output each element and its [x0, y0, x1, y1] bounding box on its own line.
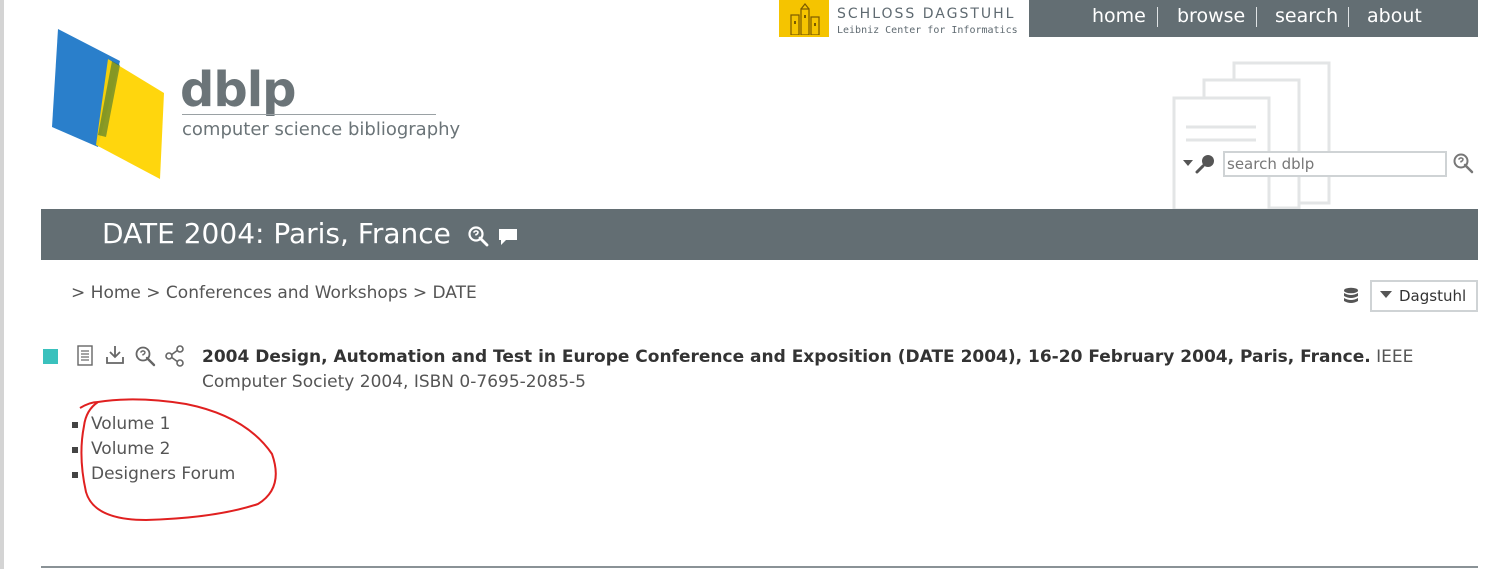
- breadcrumb: > Home > Conferences and Workshops > DAT…: [71, 283, 477, 303]
- red-annotation-circle: [76, 396, 286, 530]
- download-icon[interactable]: [105, 345, 125, 369]
- entry-type-marker: [43, 349, 58, 364]
- dagstuhl-branding[interactable]: SCHLOSS DAGSTUHL Leibniz Center for Info…: [779, 0, 1019, 37]
- document-icon[interactable]: [76, 345, 94, 371]
- top-navigation: home browse search about: [1029, 0, 1478, 37]
- dblp-logo-icon[interactable]: [50, 27, 170, 186]
- share-icon[interactable]: [164, 345, 186, 371]
- dagstuhl-castle-icon: [779, 0, 829, 37]
- breadcrumb-home[interactable]: Home: [91, 283, 141, 303]
- nav-separator: [1256, 7, 1257, 27]
- breadcrumb-date[interactable]: DATE: [433, 283, 477, 303]
- nav-home[interactable]: home: [1092, 5, 1146, 27]
- page-title: DATE 2004: Paris, France: [102, 217, 451, 250]
- mirror-select[interactable]: Dagstuhl: [1370, 280, 1478, 312]
- database-icon: [1342, 287, 1360, 309]
- comment-icon[interactable]: [497, 227, 519, 251]
- breadcrumb-conferences[interactable]: Conferences and Workshops: [166, 283, 408, 303]
- publication-entry: 2004 Design, Automation and Test in Euro…: [202, 345, 1472, 395]
- window-left-edge: [0, 0, 4, 569]
- nav-separator: [1157, 7, 1158, 27]
- title-bar: DATE 2004: Paris, France: [41, 209, 1478, 260]
- nav-about[interactable]: about: [1367, 5, 1422, 27]
- dagstuhl-name: SCHLOSS DAGSTUHL: [837, 6, 1016, 22]
- breadcrumb-separator: >: [71, 283, 86, 303]
- search-help-icon[interactable]: [1452, 152, 1474, 178]
- nav-browse[interactable]: browse: [1177, 5, 1245, 27]
- entry-title[interactable]: 2004 Design, Automation and Test in Euro…: [202, 347, 1371, 367]
- search-input[interactable]: [1223, 151, 1447, 177]
- documents-decoration-icon: [1172, 60, 1332, 214]
- search-help-icon[interactable]: [134, 345, 156, 371]
- content-divider: [41, 566, 1478, 568]
- mirror-select-value: Dagstuhl: [1399, 287, 1467, 305]
- search-mode-dropdown[interactable]: [1182, 152, 1218, 174]
- dblp-tagline: computer science bibliography: [182, 119, 461, 140]
- dblp-logo-word: dblp: [180, 62, 297, 118]
- dagstuhl-subtitle: Leibniz Center for Informatics: [837, 25, 1018, 36]
- logo-divider: [182, 114, 436, 115]
- chevron-down-icon: [1380, 291, 1392, 298]
- nav-search[interactable]: search: [1275, 5, 1338, 27]
- breadcrumb-separator: >: [146, 283, 161, 303]
- nav-separator: [1348, 7, 1349, 27]
- breadcrumb-separator: >: [412, 283, 428, 303]
- title-search-help-icon[interactable]: [467, 225, 489, 251]
